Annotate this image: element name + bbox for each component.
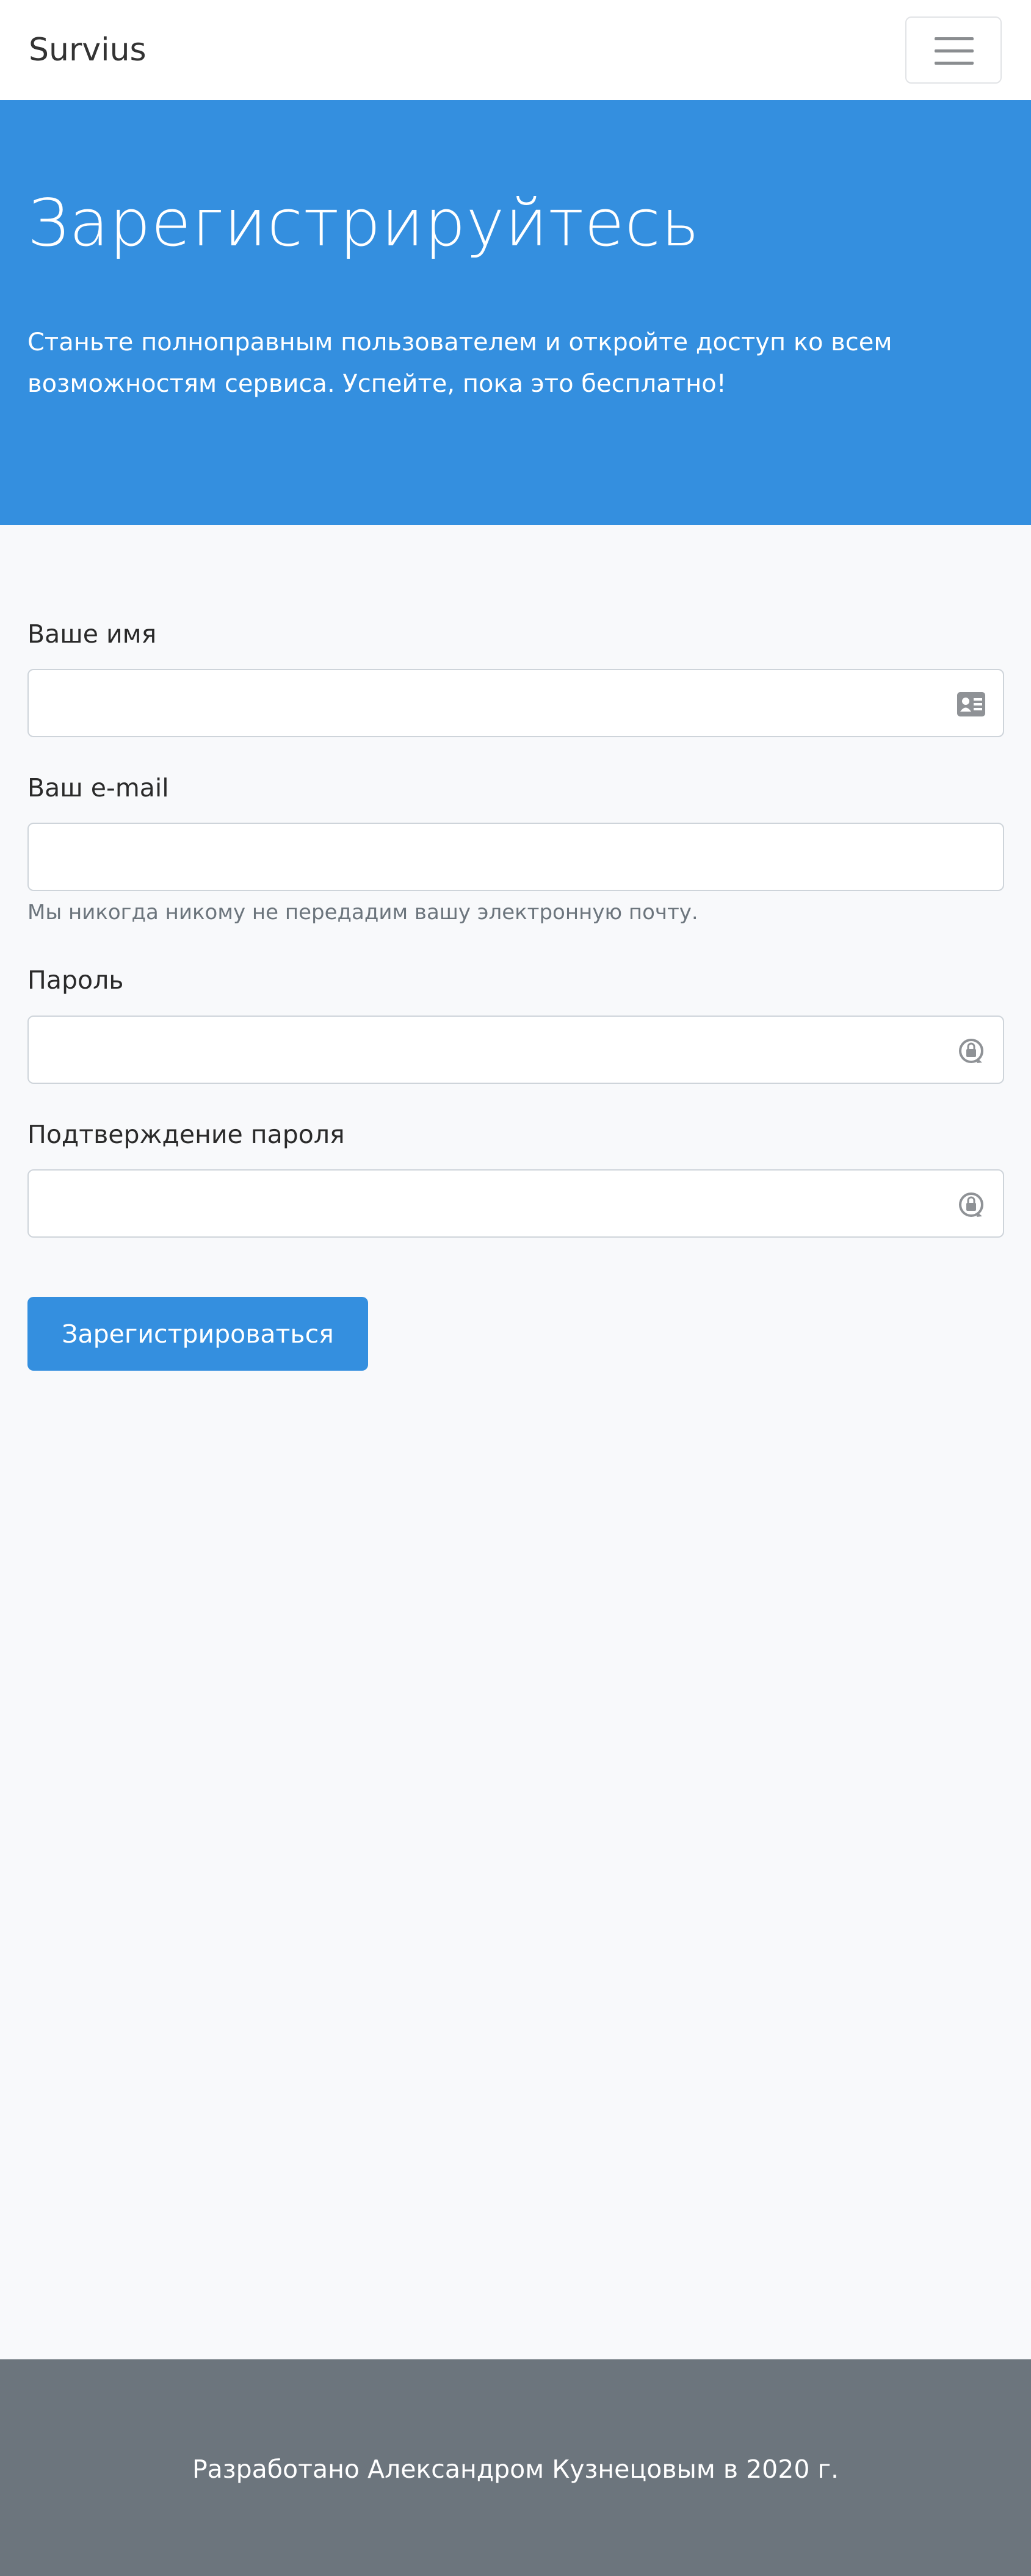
password-lock-icon <box>959 1039 983 1063</box>
footer: Разработано Александром Кузнецовым в 202… <box>0 2359 1031 2576</box>
email-help-text: Мы никогда никому не передадим вашу элек… <box>27 900 698 925</box>
name-field[interactable] <box>27 669 1004 737</box>
password-confirm-field[interactable] <box>27 1169 1004 1238</box>
page-title: Зарегистрируйтесь <box>27 186 700 261</box>
password-lock-icon <box>959 1192 983 1217</box>
navbar-toggle-button[interactable] <box>905 16 1002 84</box>
id-card-icon <box>957 692 985 716</box>
navbar: Survius <box>0 0 1031 100</box>
email-field[interactable] <box>27 823 1004 891</box>
hamburger-menu-icon-bar-3 <box>935 62 974 65</box>
password-label: Пароль <box>27 965 124 995</box>
hero-banner: Зарегистрируйтесь Станьте полноправным п… <box>0 100 1031 525</box>
name-label: Ваше имя <box>27 619 157 649</box>
password-confirm-label: Подтверждение пароля <box>27 1120 345 1149</box>
brand-link[interactable]: Survius <box>29 31 147 70</box>
register-button[interactable]: Зарегистрироваться <box>27 1297 368 1371</box>
footer-text: Разработано Александром Кузнецовым в 202… <box>192 2455 839 2484</box>
email-label: Ваш e-mail <box>27 773 169 803</box>
hero-subtitle: Станьте полноправным пользователем и отк… <box>27 328 892 398</box>
password-field[interactable] <box>27 1016 1004 1084</box>
hamburger-menu-icon <box>935 37 974 40</box>
hamburger-menu-icon-bar-2 <box>935 49 974 52</box>
